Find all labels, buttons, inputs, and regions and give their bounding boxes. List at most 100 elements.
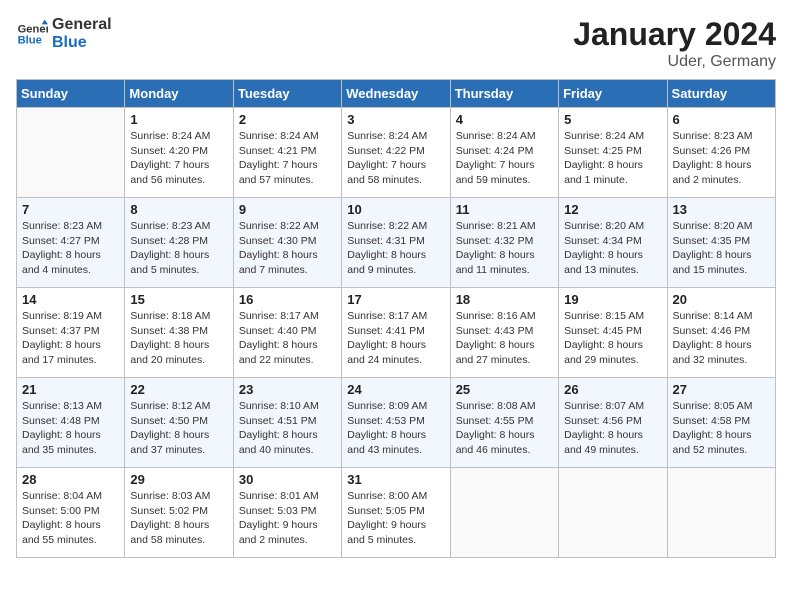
day-info: Sunrise: 8:24 AMSunset: 4:20 PMDaylight:… xyxy=(130,129,227,188)
calendar-cell: 7 Sunrise: 8:23 AMSunset: 4:27 PMDaylight… xyxy=(17,198,125,288)
day-number: 21 xyxy=(22,382,119,397)
calendar-cell: 23Sunrise: 8:10 AMSunset: 4:51 PMDayligh… xyxy=(233,378,341,468)
day-number: 28 xyxy=(22,472,119,487)
day-info: Sunrise: 8:19 AMSunset: 4:37 PMDaylight:… xyxy=(22,309,119,368)
calendar-cell: 19Sunrise: 8:15 AMSunset: 4:45 PMDayligh… xyxy=(559,288,667,378)
day-info: Sunrise: 8:14 AMSunset: 4:46 PMDaylight:… xyxy=(673,309,770,368)
weekday-header: Tuesday xyxy=(233,80,341,108)
calendar-cell: 9 Sunrise: 8:22 AMSunset: 4:30 PMDaylight… xyxy=(233,198,341,288)
day-info: Sunrise: 8:04 AMSunset: 5:00 PMDaylight:… xyxy=(22,489,119,548)
calendar-cell: 27 Sunrise: 8:05 AMSunset: 4:58 PMDayligh… xyxy=(667,378,775,468)
day-info: Sunrise: 8:23 AMSunset: 4:27 PMDaylight:… xyxy=(22,219,119,278)
day-info: Sunrise: 8:24 AMSunset: 4:24 PMDaylight:… xyxy=(456,129,553,188)
day-info: Sunrise: 8:20 AMSunset: 4:35 PMDaylight:… xyxy=(673,219,770,278)
day-number: 29 xyxy=(130,472,227,487)
day-info: Sunrise: 8:13 AMSunset: 4:48 PMDaylight:… xyxy=(22,399,119,458)
svg-text:Blue: Blue xyxy=(18,34,42,46)
calendar-cell: 14 Sunrise: 8:19 AMSunset: 4:37 PMDayligh… xyxy=(17,288,125,378)
day-number: 17 xyxy=(347,292,444,307)
day-number: 31 xyxy=(347,472,444,487)
day-number: 7 xyxy=(22,202,119,217)
calendar-week-row: 21 Sunrise: 8:13 AMSunset: 4:48 PMDayligh… xyxy=(17,378,776,468)
day-number: 10 xyxy=(347,202,444,217)
day-info: Sunrise: 8:16 AMSunset: 4:43 PMDaylight:… xyxy=(456,309,553,368)
day-number: 16 xyxy=(239,292,336,307)
day-number: 1 xyxy=(130,112,227,127)
day-number: 12 xyxy=(564,202,661,217)
day-number: 23 xyxy=(239,382,336,397)
calendar-week-row: 14 Sunrise: 8:19 AMSunset: 4:37 PMDayligh… xyxy=(17,288,776,378)
day-number: 6 xyxy=(673,112,770,127)
calendar-cell: 31 Sunrise: 8:00 AMSunset: 5:05 PMDayligh… xyxy=(342,468,450,558)
calendar-week-row: 28 Sunrise: 8:04 AMSunset: 5:00 PMDayligh… xyxy=(17,468,776,558)
calendar-week-row: 7 Sunrise: 8:23 AMSunset: 4:27 PMDaylight… xyxy=(17,198,776,288)
logo-blue: Blue xyxy=(52,34,112,52)
calendar-cell: 13 Sunrise: 8:20 AMSunset: 4:35 PMDayligh… xyxy=(667,198,775,288)
day-number: 2 xyxy=(239,112,336,127)
day-info: Sunrise: 8:05 AMSunset: 4:58 PMDaylight:… xyxy=(673,399,770,458)
day-number: 27 xyxy=(673,382,770,397)
day-info: Sunrise: 8:00 AMSunset: 5:05 PMDaylight:… xyxy=(347,489,444,548)
calendar-cell: 11 Sunrise: 8:21 AMSunset: 4:32 PMDayligh… xyxy=(450,198,558,288)
day-info: Sunrise: 8:07 AMSunset: 4:56 PMDaylight:… xyxy=(564,399,661,458)
calendar-cell: 25 Sunrise: 8:08 AMSunset: 4:55 PMDayligh… xyxy=(450,378,558,468)
calendar-cell xyxy=(559,468,667,558)
day-number: 24 xyxy=(347,382,444,397)
day-number: 26 xyxy=(564,382,661,397)
page-subtitle: Uder, Germany xyxy=(573,53,776,71)
calendar-cell xyxy=(667,468,775,558)
weekday-header-row: SundayMondayTuesdayWednesdayThursdayFrid… xyxy=(17,80,776,108)
day-number: 15 xyxy=(130,292,227,307)
calendar-cell: 15 Sunrise: 8:18 AMSunset: 4:38 PMDayligh… xyxy=(125,288,233,378)
calendar-cell: 6 Sunrise: 8:23 AMSunset: 4:26 PMDaylight… xyxy=(667,108,775,198)
calendar-week-row: 1 Sunrise: 8:24 AMSunset: 4:20 PMDaylight… xyxy=(17,108,776,198)
calendar-cell: 8 Sunrise: 8:23 AMSunset: 4:28 PMDaylight… xyxy=(125,198,233,288)
day-info: Sunrise: 8:23 AMSunset: 4:26 PMDaylight:… xyxy=(673,129,770,188)
calendar-cell: 1 Sunrise: 8:24 AMSunset: 4:20 PMDaylight… xyxy=(125,108,233,198)
day-info: Sunrise: 8:03 AMSunset: 5:02 PMDaylight:… xyxy=(130,489,227,548)
day-number: 13 xyxy=(673,202,770,217)
page-header: General Blue General Blue January 2024 U… xyxy=(16,16,776,71)
calendar-cell: 12 Sunrise: 8:20 AMSunset: 4:34 PMDayligh… xyxy=(559,198,667,288)
day-info: Sunrise: 8:24 AMSunset: 4:22 PMDaylight:… xyxy=(347,129,444,188)
day-info: Sunrise: 8:18 AMSunset: 4:38 PMDaylight:… xyxy=(130,309,227,368)
day-number: 14 xyxy=(22,292,119,307)
day-number: 9 xyxy=(239,202,336,217)
day-info: Sunrise: 8:17 AMSunset: 4:40 PMDaylight:… xyxy=(239,309,336,368)
weekday-header: Thursday xyxy=(450,80,558,108)
day-info: Sunrise: 8:22 AMSunset: 4:30 PMDaylight:… xyxy=(239,219,336,278)
day-number: 19 xyxy=(564,292,661,307)
weekday-header: Friday xyxy=(559,80,667,108)
calendar-cell: 17Sunrise: 8:17 AMSunset: 4:41 PMDayligh… xyxy=(342,288,450,378)
svg-text:General: General xyxy=(18,23,48,35)
calendar-cell: 30 Sunrise: 8:01 AMSunset: 5:03 PMDayligh… xyxy=(233,468,341,558)
day-number: 20 xyxy=(673,292,770,307)
day-info: Sunrise: 8:24 AMSunset: 4:21 PMDaylight:… xyxy=(239,129,336,188)
day-info: Sunrise: 8:24 AMSunset: 4:25 PMDaylight:… xyxy=(564,129,661,188)
day-info: Sunrise: 8:20 AMSunset: 4:34 PMDaylight:… xyxy=(564,219,661,278)
day-info: Sunrise: 8:01 AMSunset: 5:03 PMDaylight:… xyxy=(239,489,336,548)
day-number: 30 xyxy=(239,472,336,487)
day-number: 4 xyxy=(456,112,553,127)
weekday-header: Saturday xyxy=(667,80,775,108)
calendar-cell: 3Sunrise: 8:24 AMSunset: 4:22 PMDaylight… xyxy=(342,108,450,198)
day-info: Sunrise: 8:08 AMSunset: 4:55 PMDaylight:… xyxy=(456,399,553,458)
calendar-cell: 16 Sunrise: 8:17 AMSunset: 4:40 PMDayligh… xyxy=(233,288,341,378)
calendar-cell: 18Sunrise: 8:16 AMSunset: 4:43 PMDayligh… xyxy=(450,288,558,378)
title-block: January 2024 Uder, Germany xyxy=(573,16,776,71)
calendar-cell xyxy=(17,108,125,198)
day-number: 22 xyxy=(130,382,227,397)
calendar-cell: 21 Sunrise: 8:13 AMSunset: 4:48 PMDayligh… xyxy=(17,378,125,468)
day-number: 5 xyxy=(564,112,661,127)
weekday-header: Monday xyxy=(125,80,233,108)
page-title: January 2024 xyxy=(573,16,776,53)
day-number: 11 xyxy=(456,202,553,217)
day-number: 8 xyxy=(130,202,227,217)
day-info: Sunrise: 8:23 AMSunset: 4:28 PMDaylight:… xyxy=(130,219,227,278)
day-number: 25 xyxy=(456,382,553,397)
day-info: Sunrise: 8:12 AMSunset: 4:50 PMDaylight:… xyxy=(130,399,227,458)
weekday-header: Sunday xyxy=(17,80,125,108)
calendar-cell: 28 Sunrise: 8:04 AMSunset: 5:00 PMDayligh… xyxy=(17,468,125,558)
day-info: Sunrise: 8:21 AMSunset: 4:32 PMDaylight:… xyxy=(456,219,553,278)
calendar-cell: 24Sunrise: 8:09 AMSunset: 4:53 PMDayligh… xyxy=(342,378,450,468)
